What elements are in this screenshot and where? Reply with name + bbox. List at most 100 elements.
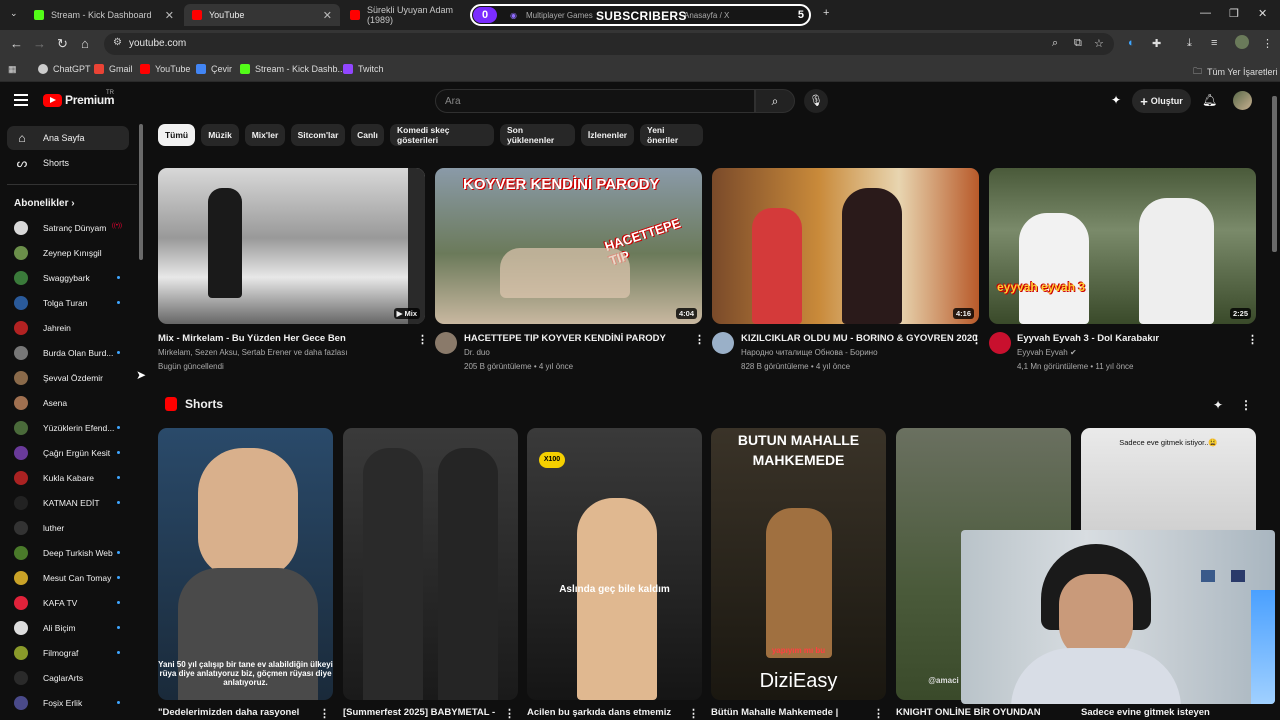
short-title[interactable]: "Dedelerimizden daha rasyonel (158, 707, 299, 718)
main-scrollbar[interactable] (1272, 96, 1277, 252)
chip-8[interactable]: Yeni öneriler (640, 124, 703, 146)
apps-grid-icon[interactable]: ▦ (8, 64, 17, 75)
chip-7[interactable]: İzlenenler (581, 124, 634, 146)
maximize-icon[interactable]: ❐ (1229, 7, 1239, 20)
short-thumbnail[interactable] (343, 428, 518, 700)
subscription-item[interactable]: KAFA TV (14, 593, 124, 613)
channel-avatar[interactable] (435, 332, 457, 354)
subscription-item[interactable]: Çağrı Ergün Kesit (14, 443, 124, 463)
video-channel[interactable]: Dr. duo (464, 348, 490, 357)
video-title[interactable]: KIZILCIKLAR OLDU MU - BORINO & GYOVREN 2… (741, 333, 977, 344)
extension-icon[interactable]: ◐ (1128, 37, 1135, 49)
youtube-premium-logo[interactable]: Premium TR (43, 90, 115, 107)
chip-0[interactable]: Tümü (158, 124, 195, 146)
subscription-item[interactable]: KATMAN EDİT (14, 493, 124, 513)
home-icon[interactable]: ⌂ (81, 36, 89, 51)
short-thumbnail[interactable]: BUTUN MAHALLE MAHKEMEDE yapıyım mı bu Di… (711, 428, 886, 700)
sidebar-scrollbar[interactable] (139, 124, 143, 260)
search-input[interactable]: Ara (435, 89, 755, 113)
subscription-item[interactable]: Foşix Erlik (14, 693, 124, 713)
create-button[interactable]: + Oluştur (1132, 89, 1191, 113)
video-thumbnail[interactable]: 4:16 (712, 168, 979, 324)
bookmark-translate[interactable]: Çevir (196, 64, 232, 74)
tab-kick-dashboard[interactable]: Stream - Kick Dashboard ✕ (26, 4, 182, 26)
more-options-icon[interactable]: ⋮ (1247, 333, 1258, 346)
video-thumbnail[interactable]: ▶ Mix (158, 168, 425, 324)
more-options-icon[interactable]: ⋮ (694, 333, 705, 346)
subscription-item[interactable]: Yüzüklerin Efend... (14, 418, 124, 438)
video-channel[interactable]: Народно читалище Обнова - Борино (741, 348, 878, 357)
download-icon[interactable]: ⤓ (1187, 37, 1192, 50)
bookmark-youtube[interactable]: YouTube (140, 64, 190, 74)
channel-avatar[interactable] (989, 332, 1011, 354)
short-title[interactable]: Bütün Mahalle Mahkemede | (711, 707, 838, 718)
subscription-item[interactable]: Filmograf (14, 643, 124, 663)
subscription-item[interactable]: Swaggybark (14, 268, 124, 288)
bookmark-twitch[interactable]: Twitch (343, 64, 384, 74)
video-channel[interactable]: Eyyvah Eyvah ✔︎ (1017, 348, 1077, 357)
more-options-icon[interactable]: ⋮ (319, 707, 330, 720)
bookmark-kick[interactable]: Stream - Kick Dashb... (240, 64, 345, 74)
video-title[interactable]: Mix - Mirkelam - Bu Yüzden Her Gece Ben (158, 333, 346, 344)
tab-youtube[interactable]: YouTube ✕ (184, 4, 340, 26)
chip-5[interactable]: Komedi skeç gösterileri (390, 124, 494, 146)
tab-video[interactable]: Sürekli Uyuyan Adam (1989) (342, 4, 470, 26)
short-thumbnail[interactable]: X100 Aslında geç bile kaldım (527, 428, 702, 700)
shorts-feedback-icon[interactable]: ✦ (1213, 398, 1223, 412)
bookmark-star-icon[interactable]: ☆ (1094, 37, 1104, 50)
forward-icon[interactable]: → (33, 36, 46, 51)
site-info-icon[interactable]: ⚙ (113, 37, 122, 48)
video-thumbnail[interactable]: eyyvah eyvah 3 2:25 (989, 168, 1256, 324)
close-icon[interactable]: ✕ (323, 9, 332, 22)
video-title[interactable]: HACETTEPE TIP KOYVER KENDİNİ PARODY (464, 333, 666, 344)
subscription-item[interactable]: Zeynep Kınışgil (14, 243, 124, 263)
short-title[interactable]: Sadece evine gitmek isteyen (1081, 707, 1210, 718)
subscription-item[interactable]: Şevval Özdemir (14, 368, 124, 388)
reload-icon[interactable]: ↻ (57, 36, 68, 52)
more-options-icon[interactable]: ⋮ (971, 333, 982, 346)
video-thumbnail[interactable]: KOYVER KENDİNİ PARODY HACETTEPE TIP 4:04 (435, 168, 702, 324)
voice-search-button[interactable]: 🎙 (804, 89, 828, 113)
subscription-item[interactable]: Kukla Kabare (14, 468, 124, 488)
short-title[interactable]: KNIGHT ONLİNE BİR OYUNDAN (896, 707, 1041, 718)
search-button[interactable]: ⌕ (755, 89, 795, 113)
subscription-item[interactable]: Jahrein (14, 318, 124, 338)
close-icon[interactable]: ✕ (165, 9, 174, 22)
short-title[interactable]: Acilen bu şarkıda dans etmemiz (527, 707, 671, 718)
subscription-item[interactable]: CaglarArts (14, 668, 124, 688)
all-bookmarks[interactable]: 🗀 Tüm Yer İşaretleri (1193, 64, 1278, 80)
sidebar-item-shorts[interactable]: ᔕ Shorts (7, 151, 129, 175)
subscription-item[interactable]: Burda Olan Burd... (14, 343, 124, 363)
account-avatar[interactable] (1233, 91, 1252, 110)
chip-6[interactable]: Son yüklenenler (500, 124, 575, 146)
more-options-icon[interactable]: ⋮ (504, 707, 515, 720)
more-options-icon[interactable]: ⋮ (688, 707, 699, 720)
back-icon[interactable]: ← (10, 36, 23, 51)
tab-search-icon[interactable]: ⌄ (10, 8, 18, 19)
subscription-item[interactable]: Tolga Turan (14, 293, 124, 313)
chip-4[interactable]: Canlı (351, 124, 384, 146)
more-options-icon[interactable]: ⋮ (417, 333, 428, 346)
profile-avatar[interactable] (1235, 35, 1249, 49)
sidebar-item-home[interactable]: ⌂ Ana Sayfa (7, 126, 129, 150)
new-tab-icon[interactable]: + (823, 7, 829, 19)
gaming-icon[interactable]: ✦ (1111, 93, 1121, 107)
subscription-item[interactable]: Deep Turkish Web (14, 543, 124, 563)
minimize-icon[interactable]: — (1200, 7, 1211, 19)
zoom-icon[interactable]: ⌕ (1052, 37, 1058, 50)
subscription-item[interactable]: Ali Biçim (14, 618, 124, 638)
chip-1[interactable]: Müzik (201, 124, 239, 146)
channel-avatar[interactable] (712, 332, 734, 354)
install-app-icon[interactable]: ⧉ (1074, 37, 1082, 50)
address-bar[interactable]: ⚙ youtube.com ⌕ ⧉ ☆ (104, 33, 1114, 55)
extensions-puzzle-icon[interactable]: ✚ (1152, 37, 1161, 50)
short-title[interactable]: [Summerfest 2025] BABYMETAL - (343, 707, 495, 718)
menu-kebab-icon[interactable]: ⋮ (1262, 37, 1273, 50)
subscription-item[interactable]: Asena (14, 393, 124, 413)
reading-list-icon[interactable]: ≡ (1211, 37, 1217, 49)
subscriptions-title[interactable]: Abonelikler › (14, 198, 75, 209)
notifications-bell-icon[interactable]: 🔔︎ (1202, 93, 1217, 107)
shorts-more-icon[interactable]: ⋮ (1240, 398, 1252, 412)
bookmark-chatgpt[interactable]: ChatGPT (38, 64, 91, 74)
subscription-item[interactable]: Mesut Can Tomay (14, 568, 124, 588)
